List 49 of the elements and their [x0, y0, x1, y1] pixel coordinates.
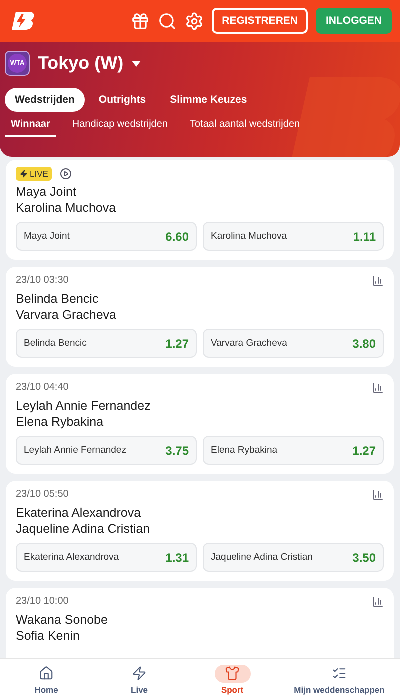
- player-name: Belinda Bencic: [16, 291, 100, 307]
- nav-item[interactable]: Home: [0, 659, 94, 700]
- home-icon: [39, 666, 54, 681]
- odds-button[interactable]: Karolina Muchova 1.11: [203, 222, 384, 251]
- checklist-icon: [332, 666, 348, 681]
- player-name: Jaqueline Adina Cristian: [16, 521, 152, 537]
- odds-button[interactable]: Belinda Bencic 1.27: [16, 329, 197, 358]
- odds-button[interactable]: Ekaterina Alexandrova 1.31: [16, 543, 197, 572]
- player-name: Wakana Sonobe: [16, 612, 109, 628]
- logo-icon[interactable]: [12, 11, 36, 31]
- player-name: Sofia Kenin: [16, 628, 81, 644]
- market-tab[interactable]: Totaal aantal wedstrijden: [184, 119, 306, 137]
- odds-button[interactable]: Leylah Annie Fernandez 3.75: [16, 436, 197, 465]
- live-badge: LIVE: [16, 166, 52, 180]
- player-name: Maya Joint: [16, 184, 78, 200]
- dropdown-icon[interactable]: [132, 60, 141, 66]
- nav-item[interactable]: Live: [93, 659, 186, 700]
- register-button[interactable]: REGISTREREN: [212, 8, 308, 34]
- odds-button[interactable]: Maya Joint 6.60: [16, 222, 197, 251]
- odds-button[interactable]: Jaqueline Adina Cristian 3.50: [203, 543, 384, 572]
- market-tab[interactable]: Handicap wedstrijden: [66, 119, 174, 137]
- match-time: 23/10 05:50: [16, 489, 69, 500]
- view-tab[interactable]: Wedstrijden: [5, 88, 85, 112]
- settings-icon[interactable]: [185, 12, 204, 30]
- stats-icon[interactable]: [372, 596, 384, 608]
- view-tab[interactable]: Outrights: [88, 88, 156, 112]
- shirt-icon: [225, 666, 240, 681]
- match-time: 23/10 10:00: [16, 596, 69, 607]
- stats-icon[interactable]: [372, 274, 384, 286]
- market-tab[interactable]: Winnaar: [5, 119, 56, 137]
- stats-icon[interactable]: [372, 488, 384, 500]
- match-time: 23/10 03:30: [16, 275, 69, 286]
- lightning-icon: [132, 666, 148, 681]
- odds-button[interactable]: Varvara Gracheva 3.80: [203, 329, 384, 358]
- match-time: 23/10 04:40: [16, 382, 69, 393]
- nav-item[interactable]: Mijn weddenschappen: [279, 659, 400, 700]
- gift-icon[interactable]: [131, 12, 150, 30]
- player-name: Elena Rybakina: [16, 414, 105, 430]
- video-icon[interactable]: [60, 168, 72, 180]
- odds-button[interactable]: Elena Rybakina 1.27: [203, 436, 384, 465]
- view-tab[interactable]: Slimme Keuzes: [160, 88, 258, 112]
- player-name: Varvara Gracheva: [16, 307, 118, 323]
- search-icon[interactable]: [158, 12, 178, 30]
- player-name: Karolina Muchova: [16, 200, 118, 216]
- stats-icon[interactable]: [372, 382, 384, 394]
- nav-item[interactable]: Sport: [186, 659, 280, 700]
- player-name: Leylah Annie Fernandez: [16, 398, 152, 414]
- competition-title[interactable]: Tokyo (W): [38, 53, 124, 74]
- player-name: Ekaterina Alexandrova: [16, 505, 142, 521]
